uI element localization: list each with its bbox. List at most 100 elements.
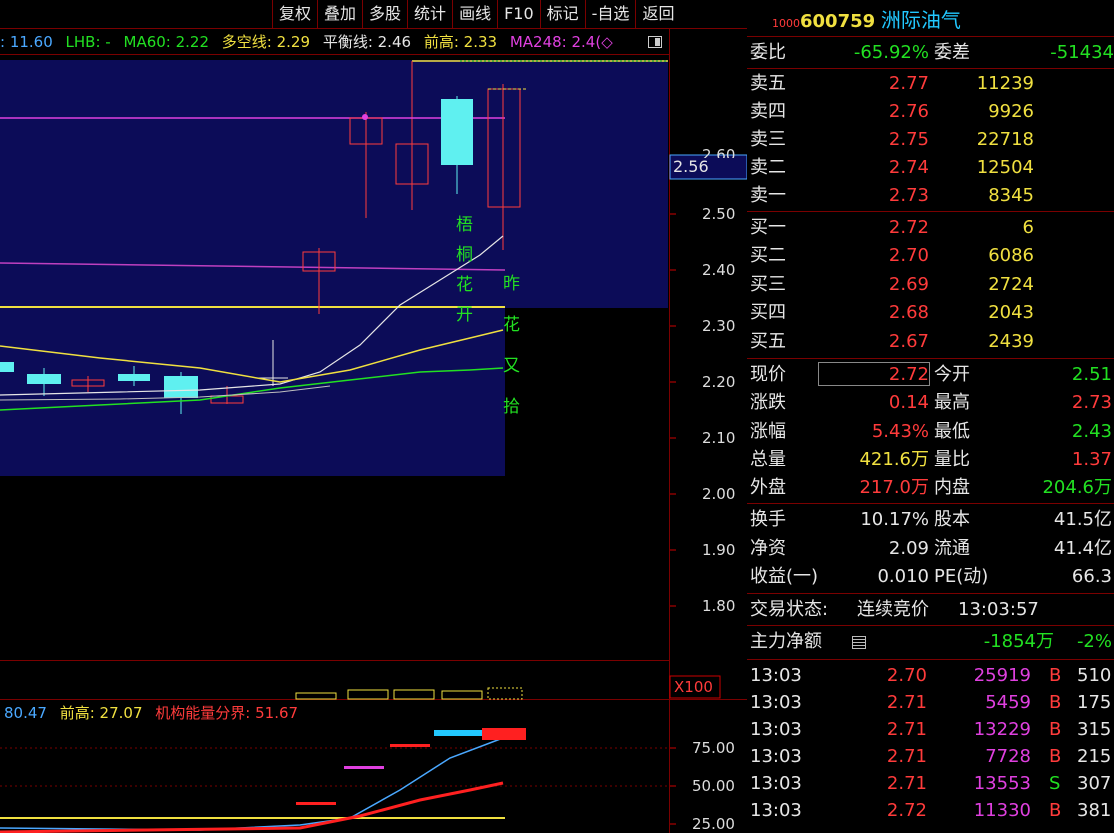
quote-label: 外盘 <box>750 477 786 498</box>
ask-volume: 12504 <box>976 157 1034 178</box>
quote-label: 今开 <box>934 364 970 385</box>
fund-label: 净资 <box>750 538 786 559</box>
ask-row[interactable]: 卖一 2.73 8345 <box>747 182 1114 210</box>
ask-row[interactable]: 卖四 2.76 9926 <box>747 98 1114 126</box>
quote-value: 217.0万 <box>859 477 929 498</box>
fund-row: 收益(一) 0.010 PE(动) 66.3 <box>747 563 1114 591</box>
annotation-char: 花 <box>503 315 520 335</box>
fund-label: 换手 <box>750 509 786 530</box>
quote-value: 421.6万 <box>859 449 929 470</box>
toolbar-remove-watchlist-button[interactable]: -自选 <box>584 0 636 28</box>
ask-volume: 9926 <box>988 101 1034 122</box>
diff-value: -51434 <box>1050 42 1114 63</box>
toolbar-draw-button[interactable]: 画线 <box>452 0 497 28</box>
main-flow-label: 主力净额 <box>750 631 822 652</box>
tape-volume: 7728 <box>985 746 1031 767</box>
bid-volume: 2724 <box>988 274 1034 295</box>
tape-side: B <box>1049 719 1062 740</box>
indicator-value: LHB: - <box>65 33 111 51</box>
sub-indicator-line: 80.47 前高: 27.07 机构能量分界: 51.67 <box>4 702 298 723</box>
tape-time: 13:03 <box>750 719 802 740</box>
tape-count: 215 <box>1077 746 1112 767</box>
ask-price: 2.77 <box>888 73 929 94</box>
bid-label: 买二 <box>750 245 786 266</box>
ask-volume: 22718 <box>976 129 1034 150</box>
indicator-value: MA248: 2.4(◇ <box>509 33 613 51</box>
ask-row[interactable]: 卖三 2.75 22718 <box>747 126 1114 154</box>
tape-row[interactable]: 13:03 2.71 13229 B 315 <box>747 716 1114 743</box>
list-icon[interactable] <box>852 636 866 649</box>
tape-side: B <box>1049 800 1062 821</box>
annotation-char: 桐 <box>456 245 473 265</box>
bid-row[interactable]: 买五 2.67 2439 <box>747 328 1114 356</box>
quote-value: 2.51 <box>1071 364 1112 385</box>
fund-value: 10.17% <box>860 509 929 530</box>
quote-value: 2.73 <box>1071 392 1112 413</box>
price-axis-label: 2.20 <box>702 373 736 391</box>
quote-value: 2.43 <box>1071 421 1112 442</box>
tape-price: 2.72 <box>886 800 927 821</box>
toolbar-overlay-button[interactable]: 叠加 <box>317 0 362 28</box>
bid-row[interactable]: 买四 2.68 2043 <box>747 299 1114 327</box>
fund-label: 流通 <box>934 538 970 559</box>
tape-time: 13:03 <box>750 692 802 713</box>
ask-row[interactable]: 卖二 2.74 12504 <box>747 154 1114 182</box>
price-axis-label: 1.90 <box>702 541 736 559</box>
tape-time: 13:03 <box>750 665 802 686</box>
bid-price: 2.72 <box>888 217 929 238</box>
ask-label: 卖三 <box>750 129 786 150</box>
bid-label: 买五 <box>750 331 786 352</box>
quote-value: 1.37 <box>1071 449 1112 470</box>
bid-row[interactable]: 买三 2.69 2724 <box>747 271 1114 299</box>
toolbar-f10-button[interactable]: F10 <box>497 0 540 28</box>
tape-count: 175 <box>1077 692 1112 713</box>
toolbar-mark-button[interactable]: 标记 <box>539 0 585 28</box>
tape-row[interactable]: 13:03 2.71 7728 B 215 <box>747 743 1114 770</box>
indicator-value: 多空线: 2.29 <box>221 33 311 51</box>
sub-indicator-value: 机构能量分界: 51.67 <box>155 704 299 722</box>
ratio-value: -65.92% <box>853 42 929 63</box>
toolbar-back-button[interactable]: 返回 <box>635 0 680 28</box>
bid-volume: 2439 <box>988 331 1034 352</box>
indicator-value: : 11.60 <box>0 33 53 51</box>
price-axis-label: 2.30 <box>702 317 736 335</box>
quote-row: 外盘 217.0万 内盘 204.6万 <box>747 474 1114 502</box>
bid-volume: 6086 <box>988 245 1034 266</box>
fund-value: 2.09 <box>888 538 929 559</box>
annotation-text-col2: 昨 花 又 拾 <box>503 264 523 428</box>
trade-status-value: 连续竞价 <box>857 599 929 620</box>
tape-price: 2.70 <box>886 665 927 686</box>
ask-label: 卖一 <box>750 185 786 206</box>
trade-status-time: 13:03:57 <box>958 599 1039 620</box>
tape-time: 13:03 <box>750 773 802 794</box>
toolbar-fuquan-button[interactable]: 复权 <box>272 0 317 28</box>
tape-volume: 13553 <box>973 773 1031 794</box>
trade-status-label: 交易状态: <box>750 599 829 620</box>
main-flow-row[interactable]: 主力净额 -1854万 -2% <box>747 628 1114 656</box>
tape-row[interactable]: 13:03 2.70 25919 B 510 <box>747 662 1114 689</box>
fund-label: 收益(一) <box>750 566 819 587</box>
stock-prefix: 1000 <box>772 17 800 30</box>
tape-row[interactable]: 13:03 2.72 11330 B 381 <box>747 797 1114 824</box>
tape-price: 2.71 <box>886 692 927 713</box>
toolbar-multi-stock-button[interactable]: 多股 <box>362 0 407 28</box>
toolbar-stats-button[interactable]: 统计 <box>407 0 452 28</box>
tape-side: S <box>1049 773 1061 794</box>
tape-row[interactable]: 13:03 2.71 13553 S 307 <box>747 770 1114 797</box>
ratio-label: 委比 <box>750 42 786 63</box>
quote-label: 量比 <box>934 449 970 470</box>
tape-side: B <box>1049 665 1062 686</box>
bid-row[interactable]: 买二 2.70 6086 <box>747 242 1114 270</box>
bid-label: 买三 <box>750 274 786 295</box>
ask-row[interactable]: 卖五 2.77 11239 <box>747 70 1114 98</box>
window-toggle-icon[interactable] <box>648 36 662 48</box>
tape-price: 2.71 <box>886 719 927 740</box>
indicator-line: : 11.60 LHB: - MA60: 2.22 多空线: 2.29 平衡线:… <box>0 30 645 54</box>
ask-price: 2.75 <box>888 129 929 150</box>
annotation-char: 昨 <box>503 274 520 294</box>
trade-status-row: 交易状态: 连续竞价 13:03:57 <box>747 596 1114 624</box>
quote-label: 涨幅 <box>750 421 786 442</box>
bid-row[interactable]: 买一 2.72 6 <box>747 214 1114 242</box>
tape-row[interactable]: 13:03 2.71 5459 B 175 <box>747 689 1114 716</box>
quote-label: 现价 <box>750 364 786 385</box>
